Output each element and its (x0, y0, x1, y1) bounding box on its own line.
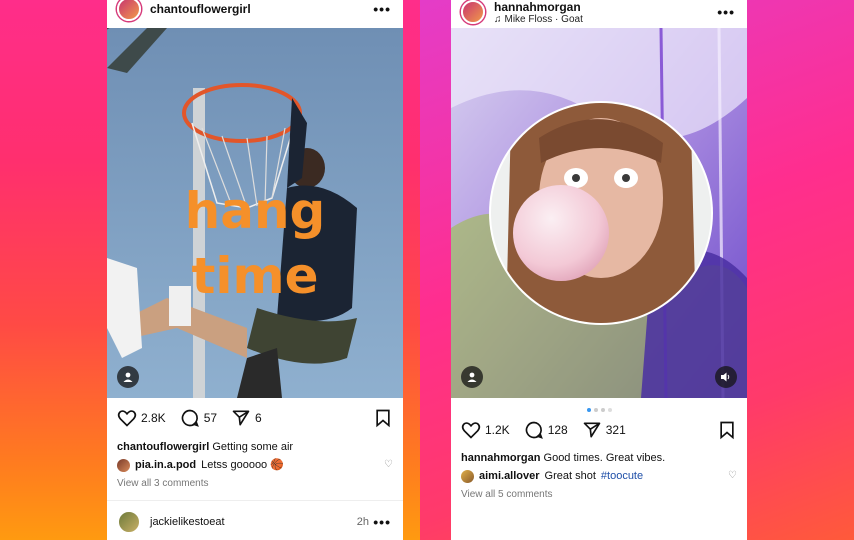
like-count: 2.8K (141, 411, 166, 425)
post-header: hannahmorgan ♫ Mike Floss · Goat ••• (451, 0, 747, 29)
caption-text: Getting some air (212, 441, 294, 453)
caption-text: Good times. Great vibes. (543, 452, 666, 464)
comment-like-icon[interactable]: ♡ (728, 470, 737, 481)
comment-username[interactable]: aimi.allover (479, 469, 540, 483)
divider (107, 500, 403, 501)
view-all-comments-link[interactable]: View all 3 comments (117, 478, 209, 489)
avatar[interactable] (117, 0, 141, 21)
caption: hannahmorgan Good times. Great vibes. (461, 451, 737, 465)
action-bar: 2.8K 57 6 (117, 408, 393, 428)
share-count: 6 (255, 411, 262, 425)
overlay-text-line-2: time (191, 247, 318, 305)
carousel-dot (607, 408, 612, 412)
caption: chantouflowergirl Getting some air (117, 440, 393, 454)
post-username[interactable]: chantouflowergirl (150, 2, 251, 16)
action-bar: 1.2K 128 321 (461, 420, 737, 440)
post-image[interactable] (451, 28, 747, 398)
save-button[interactable] (373, 408, 393, 428)
comment-like-icon[interactable]: ♡ (384, 459, 393, 470)
caption-username[interactable]: chantouflowergirl (117, 441, 209, 453)
send-icon (583, 422, 601, 438)
avatar[interactable] (461, 0, 485, 24)
bubblegum-photo (451, 28, 747, 398)
user-tag-icon[interactable] (117, 366, 139, 388)
comment-text: Letss gooooo 🏀 (201, 459, 284, 471)
comment-username[interactable]: pia.in.a.pod (135, 458, 196, 472)
volume-icon[interactable] (715, 366, 737, 388)
heart-icon (117, 410, 137, 427)
comment-button[interactable]: 57 (180, 408, 217, 428)
like-count: 1.2K (485, 423, 510, 437)
share-button[interactable]: 321 (582, 420, 626, 440)
post-timestamp: 2h (356, 516, 369, 528)
avatar[interactable] (117, 510, 141, 534)
bookmark-icon (720, 421, 734, 440)
hashtag-link[interactable]: #toocute (601, 469, 643, 483)
send-icon (232, 410, 250, 426)
share-count: 321 (605, 423, 626, 437)
like-button[interactable]: 1.2K (461, 420, 510, 440)
comment-row: pia.in.a.pod Letss gooooo 🏀 (117, 458, 393, 472)
user-tag-icon[interactable] (461, 366, 483, 388)
comment-count: 128 (547, 423, 568, 437)
comment-row: aimi.allover Great shot #toocute (461, 469, 737, 483)
post-card-left: chantouflowergirl ••• hang time 2.8K 57 … (107, 0, 403, 540)
audio-track: Mike Floss · Goat (504, 13, 583, 25)
save-button[interactable] (717, 420, 737, 440)
comment-icon (181, 409, 199, 427)
carousel-dot (593, 408, 598, 412)
music-note-icon: ♫ (494, 13, 502, 25)
comment-icon (525, 421, 543, 439)
audio-label[interactable]: ♫ Mike Floss · Goat (494, 14, 583, 25)
avatar[interactable] (117, 458, 130, 472)
like-button[interactable]: 2.8K (117, 408, 166, 428)
overlay-text-line-1: hang (185, 182, 326, 240)
more-options-icon[interactable]: ••• (717, 4, 735, 20)
comment-text: Great shot (544, 470, 596, 482)
comment-count: 57 (203, 411, 218, 425)
carousel-dot (600, 408, 605, 412)
caption-username[interactable]: hannahmorgan (461, 452, 540, 464)
post-card-right: hannahmorgan ♫ Mike Floss · Goat ••• 1.2… (451, 0, 747, 540)
more-options-icon[interactable]: ••• (373, 1, 391, 17)
post-image[interactable]: hang time (107, 28, 403, 398)
post-header: chantouflowergirl ••• (107, 0, 403, 23)
share-button[interactable]: 6 (231, 408, 262, 428)
carousel-dot (586, 408, 591, 412)
post-username[interactable]: hannahmorgan (494, 0, 583, 14)
next-post-header: jackielikestoeat 2h ••• (107, 508, 403, 536)
view-all-comments-link[interactable]: View all 5 comments (461, 489, 553, 500)
more-options-icon[interactable]: ••• (373, 514, 391, 530)
bookmark-icon (376, 409, 390, 428)
avatar[interactable] (461, 469, 474, 483)
basketball-photo: hang time (107, 28, 403, 398)
heart-icon (461, 422, 481, 439)
carousel-indicator (451, 408, 747, 412)
comment-button[interactable]: 128 (524, 420, 568, 440)
next-post-username[interactable]: jackielikestoeat (150, 516, 225, 528)
